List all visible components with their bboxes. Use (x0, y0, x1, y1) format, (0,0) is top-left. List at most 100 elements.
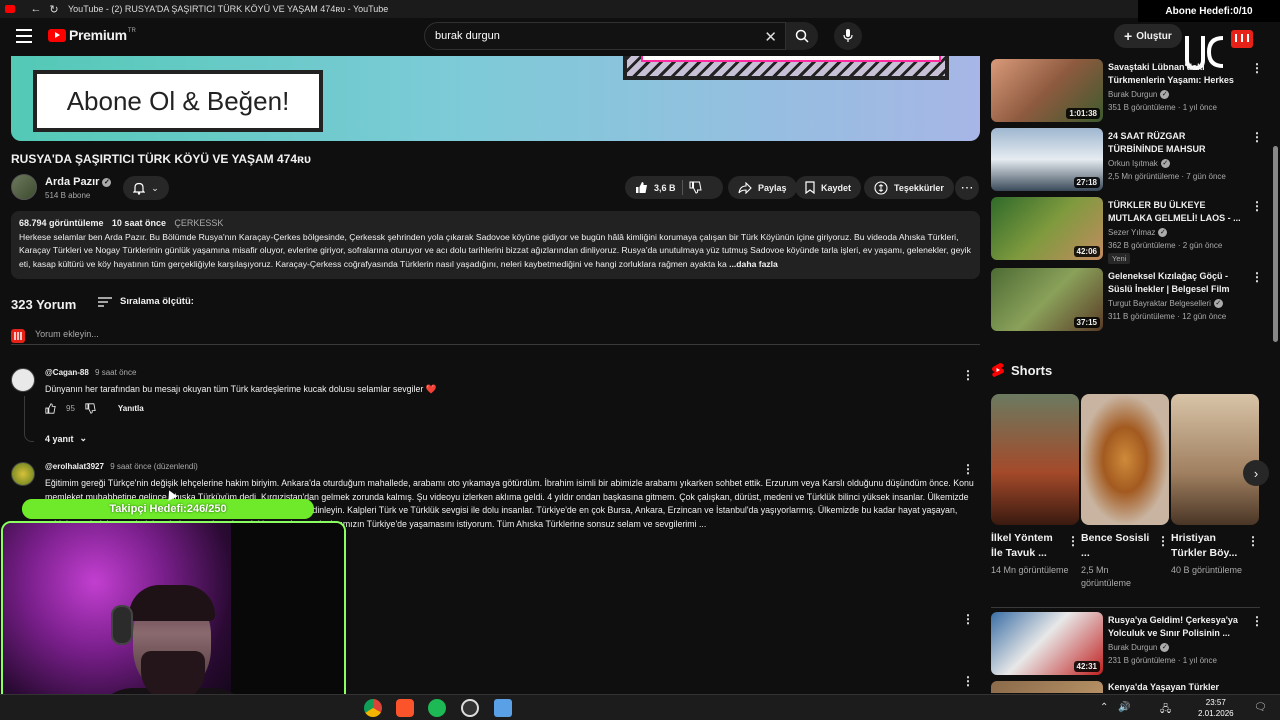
chevron-down-icon: ⌄ (79, 433, 88, 443)
windows-taskbar: ⌃ 🔊 🖧 23:57 2.01.2026 🗨 (0, 694, 1280, 720)
video-menu-icon[interactable]: ⋮ (1251, 614, 1263, 628)
back-icon[interactable]: ← (30, 3, 42, 15)
recommended-video[interactable]: Kenya'da Yaşayan Türkler ⋮ (991, 681, 1256, 693)
video-player-endscreen[interactable]: Abone Ol & Beğen! (11, 56, 980, 141)
youtube-premium-logo[interactable]: Premium TR (48, 27, 136, 43)
channel-name[interactable]: Arda Pazır ✓ (45, 176, 112, 188)
obs-icon[interactable] (461, 699, 479, 717)
video-thumbnail[interactable]: 42:06 (991, 197, 1103, 260)
comment-time[interactable]: 9 saat önce (düzenlendi) (110, 462, 198, 471)
system-clock[interactable]: 23:57 2.01.2026 (1198, 697, 1234, 719)
notepad-icon[interactable] (494, 699, 512, 717)
brave-icon[interactable] (396, 699, 414, 717)
video-menu-icon[interactable]: ⋮ (1251, 61, 1263, 75)
share-button[interactable]: Paylaş (728, 176, 797, 199)
comment-menu-icon[interactable]: ⋮ (962, 674, 974, 688)
recommended-video[interactable]: 42:31 Rusya'ya Geldim! Çerkesya'ya Yolcu… (991, 612, 1263, 676)
more-actions-button[interactable]: ⋯ (955, 176, 979, 200)
video-thumbnail[interactable] (991, 681, 1103, 693)
location-tag[interactable]: ÇERKESSK (174, 218, 223, 228)
thanks-button[interactable]: Teşekkürler (864, 176, 954, 199)
reload-icon[interactable]: ↻ (48, 3, 60, 16)
channel-subscribers: 514 B abone (45, 191, 91, 200)
show-replies-button[interactable]: 4 yanıt ⌄ (45, 433, 87, 444)
shorts-next-button[interactable]: › (1243, 460, 1269, 486)
chrome-icon[interactable] (364, 699, 382, 717)
commenter-avatar[interactable] (11, 462, 35, 486)
recommended-video[interactable]: 1:01:38 Savaştaki Lübnan'daki Türkmenler… (991, 59, 1263, 123)
share-label: Paylaş (758, 182, 787, 193)
video-menu-icon[interactable]: ⋮ (1251, 681, 1256, 693)
scrollbar-thumb[interactable] (1273, 146, 1278, 342)
video-title[interactable]: Geleneksel Kızılağaç Göçü - Süslü İnekle… (1108, 270, 1243, 296)
thumbs-down-icon[interactable] (689, 181, 702, 194)
video-menu-icon[interactable]: ⋮ (1251, 199, 1263, 213)
sort-comments-button[interactable]: Sıralama ölçütü: (98, 296, 194, 307)
recommended-video[interactable]: 27:18 24 SAAT RÜZGAR TÜRBİNİNDE MAHSUR K… (991, 128, 1263, 192)
short-item[interactable]: İlkel Yöntem İle Tavuk ... 14 Mn görüntü… (991, 394, 1079, 575)
tray-chevron-icon[interactable]: ⌃ (1100, 702, 1108, 713)
comment-author[interactable]: @erolhalat3927 (45, 462, 104, 471)
notifications-icon[interactable]: 🗨 (1254, 702, 1267, 713)
short-title[interactable]: Bence Sosisli ... (1081, 531, 1153, 561)
video-title[interactable]: Savaştaki Lübnan'daki Türkmenlerin Yaşam… (1108, 61, 1243, 87)
short-item[interactable]: Bence Sosisli ... 2,5 Mn görüntüleme ⋮ (1081, 394, 1169, 588)
video-channel[interactable]: Turgut Bayraktar Belgeselleri ✓ (1108, 299, 1223, 309)
super-thanks-icon (874, 180, 888, 195)
video-thumbnail[interactable]: 37:15 (991, 268, 1103, 331)
short-thumbnail[interactable] (991, 394, 1079, 525)
short-title[interactable]: İlkel Yöntem İle Tavuk ... (991, 531, 1063, 561)
thumbs-down-icon[interactable] (85, 403, 96, 414)
video-title[interactable]: Kenya'da Yaşayan Türkler (1108, 681, 1243, 693)
comment-menu-icon[interactable]: ⋮ (962, 462, 974, 476)
create-button[interactable]: + Oluştur (1114, 24, 1182, 48)
video-channel[interactable]: Orkun Işıtmak ✓ (1108, 159, 1170, 169)
video-description[interactable]: 68.794 görüntüleme 10 saat önce ÇERKESSK… (11, 211, 980, 279)
save-label: Kaydet (821, 182, 852, 193)
short-menu-icon[interactable]: ⋮ (1067, 534, 1079, 548)
short-thumbnail[interactable] (1081, 394, 1169, 525)
clear-search-icon[interactable]: ✕ (764, 28, 777, 46)
video-title[interactable]: Rusya'ya Geldim! Çerkesya'ya Yolculuk ve… (1108, 614, 1243, 640)
search-button[interactable] (786, 22, 818, 50)
video-title[interactable]: 24 SAAT RÜZGAR TÜRBİNİNDE MAHSUR KALMAK! (1108, 130, 1243, 156)
menu-icon[interactable] (16, 29, 32, 43)
notification-bell-button[interactable]: ⌄ (123, 176, 169, 200)
comment-time[interactable]: 9 saat önce (95, 368, 136, 377)
network-icon[interactable]: 🖧 (1160, 702, 1171, 719)
short-menu-icon[interactable]: ⋮ (1247, 534, 1259, 548)
video-meta: 311 B görüntüleme · 12 gün önce (1108, 312, 1227, 321)
video-thumbnail[interactable]: 27:18 (991, 128, 1103, 191)
comment-menu-icon[interactable]: ⋮ (962, 612, 974, 626)
volume-icon[interactable]: 🔊 (1118, 702, 1130, 713)
logo-text: Premium (69, 27, 127, 43)
voice-search-button[interactable] (834, 22, 862, 50)
search-input[interactable]: burak durgun ✕ (424, 22, 786, 50)
video-channel[interactable]: Burak Durgun ✓ (1108, 90, 1170, 100)
commenter-avatar[interactable] (11, 368, 35, 392)
save-button[interactable]: Kaydet (795, 176, 862, 199)
short-thumbnail[interactable] (1171, 394, 1259, 525)
comment-author[interactable]: @Cagan-88 (45, 368, 89, 377)
recommended-video[interactable]: 42:06 TÜRKLER BU ÜLKEYE MUTLAKA GELMELİ!… (991, 197, 1263, 264)
video-menu-icon[interactable]: ⋮ (1251, 130, 1263, 144)
thumbs-up-icon[interactable] (45, 403, 56, 414)
video-thumbnail[interactable]: 1:01:38 (991, 59, 1103, 122)
reply-button[interactable]: Yanıtla (118, 404, 144, 413)
video-channel[interactable]: Burak Durgun ✓ (1108, 643, 1170, 653)
channel-avatar[interactable] (11, 174, 37, 200)
comment-menu-icon[interactable]: ⋮ (962, 368, 974, 382)
recommended-video[interactable]: 37:15 Geleneksel Kızılağaç Göçü - Süslü … (991, 268, 1263, 332)
like-button[interactable]: 3,6 B (625, 176, 723, 199)
video-thumbnail[interactable]: 42:31 (991, 612, 1103, 675)
spotify-icon[interactable] (428, 699, 446, 717)
video-title[interactable]: TÜRKLER BU ÜLKEYE MUTLAKA GELMELİ! LAOS … (1108, 199, 1243, 225)
video-menu-icon[interactable]: ⋮ (1251, 270, 1263, 284)
short-menu-icon[interactable]: ⋮ (1157, 534, 1169, 548)
page-scrollbar[interactable] (1272, 56, 1280, 692)
short-item[interactable]: Hristiyan Türkler Böy... 40 B görüntülem… (1171, 394, 1259, 575)
add-comment-input[interactable]: Yorum ekleyin... (11, 329, 980, 345)
video-channel[interactable]: Sezer Yılmaz ✓ (1108, 228, 1168, 238)
show-more-link[interactable]: ...daha fazla (729, 259, 778, 269)
short-title[interactable]: Hristiyan Türkler Böy... (1171, 531, 1243, 561)
